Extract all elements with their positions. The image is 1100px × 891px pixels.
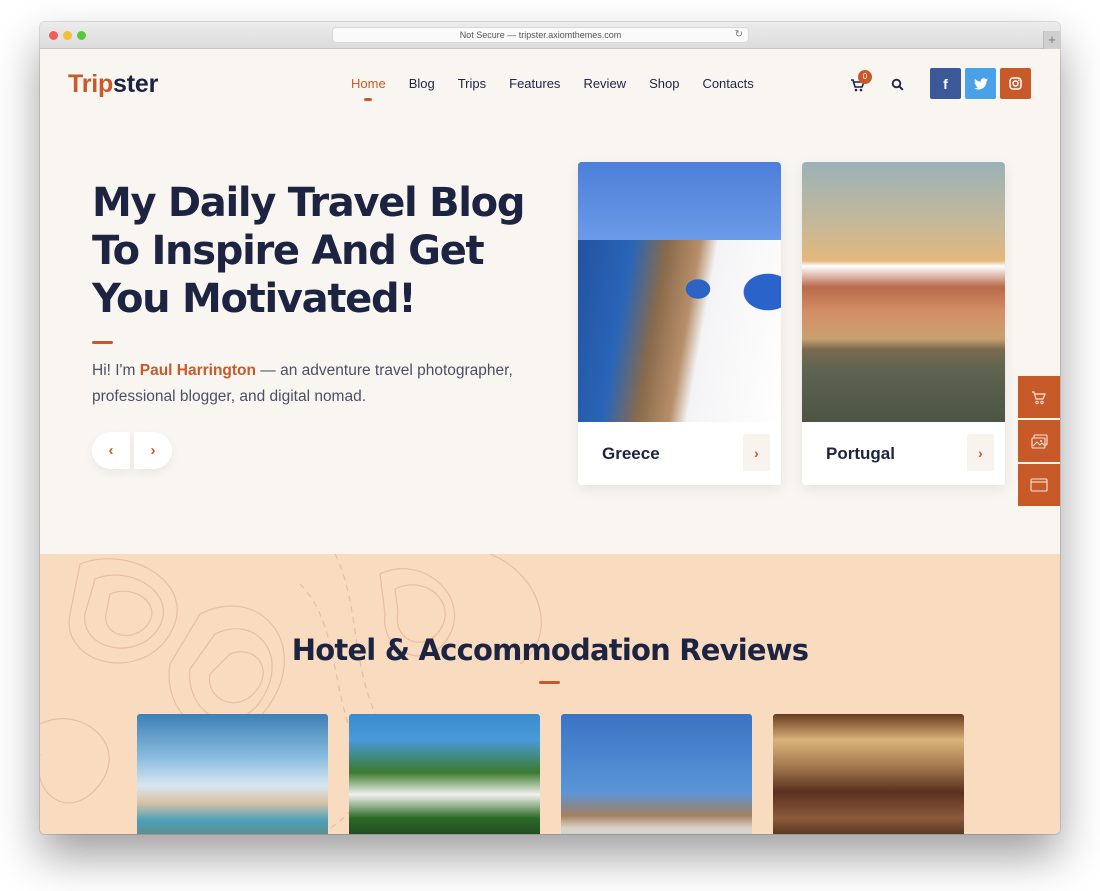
hotel-review-card[interactable] [137, 714, 328, 834]
hero-section: Tripster Home Blog Trips Features Review… [40, 49, 1060, 554]
hotel-review-card[interactable] [561, 714, 752, 834]
destination-card-greece[interactable]: Greece › [578, 162, 781, 485]
chevron-right-icon: › [150, 442, 156, 459]
cart-count-badge: 0 [858, 70, 872, 84]
author-name-link[interactable]: Paul Harrington [140, 362, 256, 379]
intro-prefix: Hi! I'm [92, 362, 140, 379]
chevron-right-icon: › [978, 444, 983, 461]
portugal-image [802, 162, 1005, 422]
minimize-window-button[interactable] [63, 31, 72, 40]
nav-review[interactable]: Review [583, 76, 626, 91]
nav-trips[interactable]: Trips [458, 76, 486, 91]
gallery-icon [1030, 433, 1048, 449]
hotel-review-card[interactable] [773, 714, 964, 834]
destination-name: Portugal [826, 444, 895, 463]
browser-titlebar: Not Secure — tripster.axiomthemes.com ↻ … [40, 22, 1060, 49]
nav-contacts[interactable]: Contacts [702, 76, 753, 91]
twitter-button[interactable] [965, 68, 996, 99]
facebook-icon: f [943, 75, 948, 92]
float-gallery-button[interactable] [1018, 420, 1060, 462]
reload-icon[interactable]: ↻ [735, 28, 743, 42]
maximize-window-button[interactable] [77, 31, 86, 40]
destination-name: Greece [602, 444, 660, 463]
nav-features[interactable]: Features [509, 76, 560, 91]
greece-image [578, 162, 781, 422]
logo-part-ster: ster [113, 70, 159, 98]
nav-blog[interactable]: Blog [409, 76, 435, 91]
search-icon[interactable] [891, 78, 904, 91]
instagram-icon [1009, 77, 1022, 90]
logo-part-trip: Trip [68, 70, 114, 98]
new-tab-button[interactable]: + [1043, 31, 1060, 49]
window-icon [1030, 478, 1048, 492]
close-window-button[interactable] [49, 31, 58, 40]
facebook-button[interactable]: f [930, 68, 961, 99]
nav-shop[interactable]: Shop [649, 76, 679, 91]
instagram-button[interactable] [1000, 68, 1031, 99]
chevron-right-icon: › [754, 444, 759, 461]
reviews-section: Hotel & Accommodation Reviews [40, 554, 1060, 834]
page: Tripster Home Blog Trips Features Review… [40, 49, 1060, 834]
site-logo[interactable]: Tripster [68, 70, 158, 99]
address-bar[interactable]: Not Secure — tripster.axiomthemes.com ↻ [332, 27, 749, 43]
browser-window: Not Secure — tripster.axiomthemes.com ↻ … [40, 22, 1060, 834]
destination-open-button[interactable]: › [743, 434, 770, 471]
destination-card-portugal[interactable]: Portugal › [802, 162, 1005, 485]
reviews-title: Hotel & Accommodation Reviews [291, 633, 809, 667]
hotel-review-card[interactable] [349, 714, 540, 834]
floating-side-panel [1018, 376, 1060, 508]
chevron-left-icon: ‹ [108, 442, 114, 459]
float-window-button[interactable] [1018, 464, 1060, 506]
address-text: Not Secure — tripster.axiomthemes.com [459, 30, 622, 40]
twitter-icon [973, 77, 988, 90]
slider-controls: ‹ › [92, 432, 172, 469]
slider-prev-button[interactable]: ‹ [92, 432, 130, 469]
hero-headline: My Daily Travel Blog To Inspire And Get … [92, 180, 525, 322]
destination-open-button[interactable]: › [967, 434, 994, 471]
nav-home[interactable]: Home [351, 76, 386, 101]
hero-intro: Hi! I'm Paul Harrington — an adventure t… [92, 358, 552, 410]
headline-accent-divider [92, 341, 113, 344]
float-cart-button[interactable] [1018, 376, 1060, 418]
main-nav: Home Blog Trips Features Review Shop Con… [351, 76, 777, 101]
cart-icon [1032, 390, 1046, 404]
reviews-accent-divider [539, 681, 560, 684]
slider-next-button[interactable]: › [134, 432, 172, 469]
